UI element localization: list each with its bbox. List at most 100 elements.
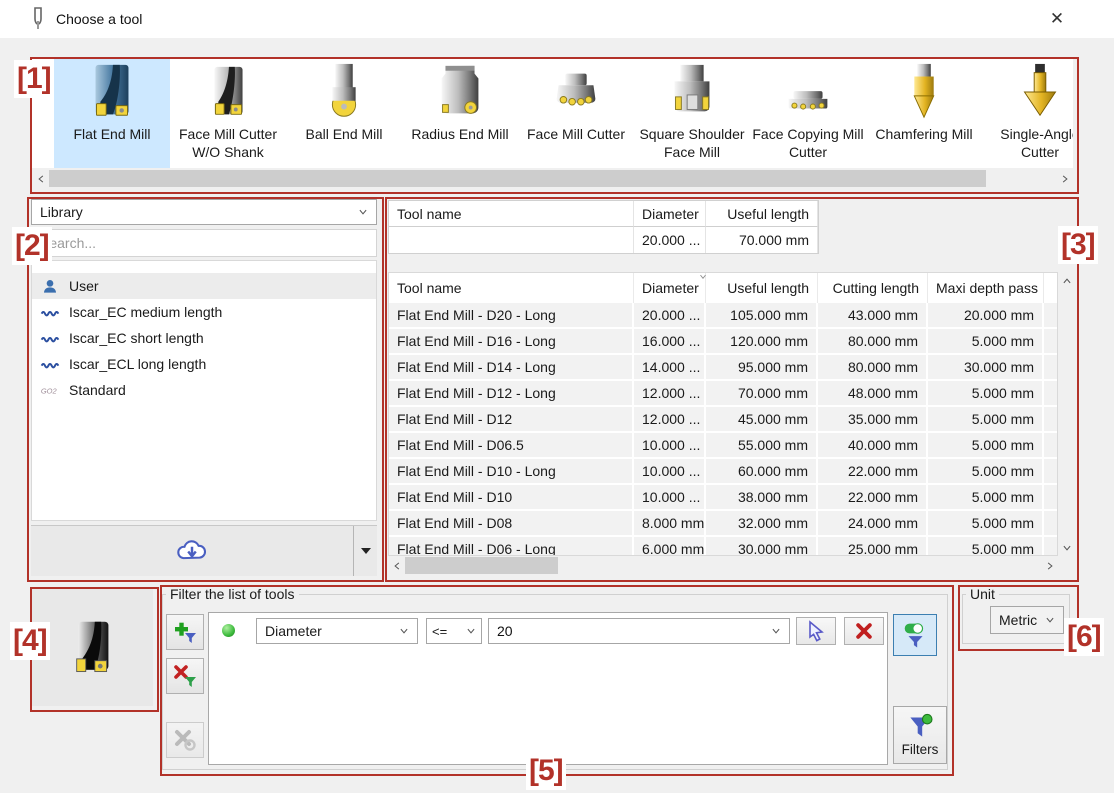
cell-useful-length[interactable]: 45.000 mm — [706, 407, 818, 433]
cell-tool-name[interactable]: Flat End Mill - D16 - Long — [389, 329, 634, 355]
cell-tool-name[interactable]: Flat End Mill - D14 - Long — [389, 355, 634, 381]
filter-field-dropdown[interactable]: Diameter — [256, 618, 418, 644]
tool-type-item[interactable]: Face Mill Cutter W/O Shank — [170, 59, 286, 168]
cell-cutting-length[interactable]: 80.000 mm — [818, 355, 928, 381]
table-row[interactable]: Flat End Mill - D16 - Long 16.000 ... 12… — [389, 329, 1057, 355]
table-row[interactable]: Flat End Mill - D08 8.000 mm 32.000 mm 2… — [389, 511, 1057, 537]
filter-value-input[interactable] — [497, 623, 771, 639]
cell-cutting-length[interactable]: 24.000 mm — [818, 511, 928, 537]
col-maxi-depth-pass[interactable]: Maxi depth pass — [928, 273, 1044, 303]
unit-dropdown[interactable]: Metric — [990, 606, 1064, 634]
filter-operator-dropdown[interactable]: <= — [426, 618, 482, 644]
scroll-left-icon[interactable] — [388, 556, 405, 575]
download-library-button[interactable] — [31, 526, 354, 576]
cell-useful-length[interactable]: 55.000 mm — [706, 433, 818, 459]
cell-diameter[interactable]: 10.000 ... — [634, 485, 706, 511]
cell-diameter[interactable]: 8.000 mm — [634, 511, 706, 537]
tool-type-item[interactable]: Face Mill Cutter — [518, 59, 634, 168]
cell-tool-name[interactable]: Flat End Mill - D12 - Long — [389, 381, 634, 407]
cell-maxi-depth-pass[interactable]: 5.000 mm — [928, 407, 1044, 433]
toolbar-hscrollbar[interactable] — [32, 169, 1073, 188]
col-tool-name[interactable]: Tool name — [389, 273, 634, 303]
cell-cutting-length[interactable]: 35.000 mm — [818, 407, 928, 433]
cell-diameter[interactable]: 6.000 mm — [634, 537, 706, 556]
cell-cutting-length[interactable]: 22.000 mm — [818, 485, 928, 511]
delete-filter-row-button[interactable] — [844, 617, 884, 645]
cell-maxi-depth-pass[interactable]: 20.000 mm — [928, 303, 1044, 329]
cell-maxi-depth-pass[interactable]: 5.000 mm — [928, 381, 1044, 407]
close-button[interactable]: ✕ — [1044, 6, 1070, 32]
cell-useful-length[interactable]: 70.000 mm — [706, 227, 818, 253]
cell-tool-name[interactable]: Flat End Mill - D10 — [389, 485, 634, 511]
unlink-filter-button[interactable] — [166, 722, 204, 758]
tool-type-item[interactable]: Chamfering Mill — [866, 59, 982, 168]
search-input[interactable] — [31, 229, 377, 257]
col-useful-length[interactable]: Useful length — [706, 273, 818, 303]
col-diameter[interactable]: Diameter — [634, 201, 706, 227]
scroll-down-icon[interactable] — [1058, 539, 1075, 556]
cell-tool-name[interactable]: Flat End Mill - D06.5 — [389, 433, 634, 459]
cell-diameter[interactable]: 20.000 ... — [634, 303, 706, 329]
col-useful-length[interactable]: Useful length — [706, 201, 818, 227]
cell-diameter[interactable]: 14.000 ... — [634, 355, 706, 381]
cell-cutting-length[interactable]: 43.000 mm — [818, 303, 928, 329]
cell-useful-length[interactable]: 60.000 mm — [706, 459, 818, 485]
cell-maxi-depth-pass[interactable]: 5.000 mm — [928, 329, 1044, 355]
cell-maxi-depth-pass[interactable]: 5.000 mm — [928, 459, 1044, 485]
cell-useful-length[interactable]: 120.000 mm — [706, 329, 818, 355]
tool-type-item[interactable]: Square Shoulder Face Mill — [634, 59, 750, 168]
cell-diameter[interactable]: 16.000 ... — [634, 329, 706, 355]
library-list-item[interactable]: User — [32, 273, 376, 299]
table-row[interactable]: Flat End Mill - D10 - Long 10.000 ... 60… — [389, 459, 1057, 485]
scroll-left-icon[interactable] — [32, 169, 49, 188]
cell-maxi-depth-pass[interactable]: 5.000 mm — [928, 485, 1044, 511]
tool-type-item[interactable]: Flat End Mill — [54, 59, 170, 168]
col-cutting-length[interactable]: Cutting length — [818, 273, 928, 303]
cell-maxi-depth-pass[interactable]: 30.000 mm — [928, 355, 1044, 381]
cell-cutting-length[interactable]: 22.000 mm — [818, 459, 928, 485]
remove-filter-button[interactable] — [166, 658, 204, 694]
cell-useful-length[interactable]: 95.000 mm — [706, 355, 818, 381]
table-vscrollbar[interactable] — [1058, 272, 1075, 556]
col-diameter[interactable]: Diameter — [634, 273, 706, 303]
cell-tool-name[interactable]: Flat End Mill - D12 — [389, 407, 634, 433]
table-hscrollbar[interactable] — [388, 556, 1058, 575]
cell-diameter[interactable]: 10.000 ... — [634, 459, 706, 485]
scroll-up-icon[interactable] — [1058, 272, 1075, 289]
table-row[interactable]: Flat End Mill - D12 12.000 ... 45.000 mm… — [389, 407, 1057, 433]
cell-diameter[interactable]: 10.000 ... — [634, 433, 706, 459]
cell-useful-length[interactable]: 38.000 mm — [706, 485, 818, 511]
scrollbar-thumb[interactable] — [49, 170, 986, 187]
tool-type-item[interactable]: Ball End Mill — [286, 59, 402, 168]
col-tool-name[interactable]: Tool name — [389, 201, 634, 227]
cell-diameter[interactable]: 20.000 ... — [634, 227, 706, 253]
cell-tool-name[interactable]: Flat End Mill - D06 - Long — [389, 537, 634, 556]
cell-tool-name[interactable]: Flat End Mill - D10 - Long — [389, 459, 634, 485]
cell-cutting-length[interactable]: 40.000 mm — [818, 433, 928, 459]
pick-value-button[interactable] — [796, 617, 836, 645]
cell-useful-length[interactable]: 30.000 mm — [706, 537, 818, 556]
cell-cutting-length[interactable]: 25.000 mm — [818, 537, 928, 556]
table-row[interactable]: Flat End Mill - D06 - Long 6.000 mm 30.0… — [389, 537, 1057, 556]
table-row[interactable]: Flat End Mill - D14 - Long 14.000 ... 95… — [389, 355, 1057, 381]
scrollbar-thumb[interactable] — [405, 557, 558, 574]
table-row[interactable]: Flat End Mill - D06.5 10.000 ... 55.000 … — [389, 433, 1057, 459]
cell-cutting-length[interactable]: 80.000 mm — [818, 329, 928, 355]
library-list-item[interactable]: Iscar_EC short length — [32, 325, 376, 351]
cell-tool-name[interactable]: Flat End Mill - D08 — [389, 511, 634, 537]
tool-type-item[interactable]: Face Copying Mill Cutter — [750, 59, 866, 168]
library-dropdown[interactable]: Library — [31, 199, 377, 225]
table-row[interactable]: Flat End Mill - D10 10.000 ... 38.000 mm… — [389, 485, 1057, 511]
library-list-item[interactable]: Iscar_ECL long length — [32, 351, 376, 377]
cell-maxi-depth-pass[interactable]: 5.000 mm — [928, 537, 1044, 556]
cell-diameter[interactable]: 12.000 ... — [634, 407, 706, 433]
table-row[interactable]: Flat End Mill - D12 - Long 12.000 ... 70… — [389, 381, 1057, 407]
cell-useful-length[interactable]: 70.000 mm — [706, 381, 818, 407]
filters-button[interactable]: Filters — [893, 706, 947, 764]
cell-diameter[interactable]: 12.000 ... — [634, 381, 706, 407]
cell-maxi-depth-pass[interactable]: 5.000 mm — [928, 511, 1044, 537]
cell-tool-name[interactable] — [389, 227, 634, 253]
library-more-dropdown[interactable] — [354, 526, 377, 576]
cell-maxi-depth-pass[interactable]: 5.000 mm — [928, 433, 1044, 459]
tool-type-item[interactable]: Radius End Mill — [402, 59, 518, 168]
